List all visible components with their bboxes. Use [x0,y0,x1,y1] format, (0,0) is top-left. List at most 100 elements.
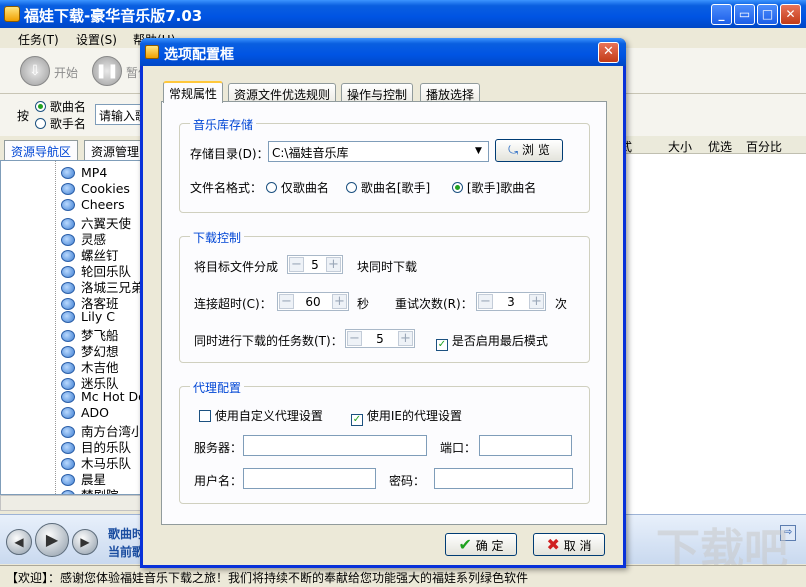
custom-proxy-checkbox[interactable]: 使用自定义代理设置 [199,407,323,424]
tree-item[interactable]: 迷乐队 [61,373,119,391]
radio-singer[interactable]: 歌手名 [35,115,86,132]
tree-item[interactable]: MP4 [61,165,107,181]
restore-button[interactable]: ▭ [734,4,755,25]
split-spinner[interactable]: − 5 + [287,255,343,274]
cancel-button[interactable]: ✖ 取 消 [533,533,605,556]
tree-item[interactable]: Cheers [61,197,125,213]
retry-spinner[interactable]: − 3 + [476,292,546,311]
tree-item[interactable]: Cookies [61,181,130,197]
tree-item[interactable]: 洛客班 [61,293,119,311]
tree-item[interactable]: 梦飞船 [61,325,119,343]
radio-dot [266,182,277,193]
close-button[interactable]: ✕ [780,4,801,25]
username-input[interactable] [243,468,376,489]
increment-button[interactable]: + [332,294,347,309]
main-window-title: 福娃下载-豪华音乐版7.03 [24,7,203,25]
tasks-label: 同时进行下载的任务数(T)： [194,334,343,348]
ok-button[interactable]: ✔ 确 定 [445,533,517,556]
tab-resource-nav[interactable]: 资源导航区 [4,140,79,160]
server-input[interactable] [243,435,427,456]
tree-item[interactable]: 灵感 [61,229,106,247]
decrement-button[interactable]: − [478,294,493,309]
decrement-button[interactable]: − [347,331,362,346]
timeout-spinner[interactable]: − 60 + [277,292,349,311]
music-folder-icon [61,407,75,419]
format-option-2[interactable]: 歌曲名[歌手] [346,179,430,196]
song-label: 歌曲时 [108,527,145,541]
radio-dot [346,182,357,193]
tab-resource-manage[interactable]: 资源管理 [84,140,147,160]
tree-item[interactable]: 梦幻想 [61,341,119,359]
tab-playback[interactable]: 播放选择 [420,83,481,102]
format-option-2-label: 歌曲名[歌手] [360,181,431,195]
minimize-button[interactable]: _ [711,4,732,25]
menu-task[interactable]: 任务(T) [18,31,59,48]
search-input[interactable]: 请输入歌 [95,104,145,125]
tree-horizontal-scrollbar[interactable] [0,495,145,511]
tree-item[interactable]: 南方台湾小 [61,421,144,439]
prev-button[interactable]: ◀ [6,529,32,555]
col-percent[interactable]: 百分比 [746,138,782,155]
tab-operation-control[interactable]: 操作与控制 [341,83,414,102]
tree-item[interactable]: 木马乐队 [61,453,131,471]
decrement-button[interactable]: − [289,257,304,272]
resource-tree[interactable]: MP4 Cookies Cheers 六翼天使 灵感 螺丝钉 轮回乐队 洛城三兄弟 洛客班 Lil… [0,160,145,495]
menu-settings[interactable]: 设置(S) [76,31,117,48]
last-mode-checkbox[interactable]: ✓ 是否启用最后模式 [436,332,548,351]
increment-button[interactable]: + [398,331,413,346]
tree-item[interactable]: 六翼天使 [61,213,131,231]
tab-preference-rules[interactable]: 资源文件优选规则 [228,83,337,102]
storage-dir-combo[interactable]: C:\福娃音乐库 ▼ [268,141,489,162]
increment-button[interactable]: + [529,294,544,309]
dialog-close-button[interactable]: ✕ [598,42,619,63]
task-list[interactable] [598,154,806,514]
col-size[interactable]: 大小 [668,138,692,155]
decrement-button[interactable]: − [279,294,294,309]
tab-general[interactable]: 常规属性 [163,81,224,103]
tree-item-label: Mc Hot Dog [81,389,144,404]
chevron-down-icon[interactable]: ▼ [471,144,486,159]
radio-dot [35,118,46,129]
status-text: 【欢迎】：感谢您体验福娃音乐下载之旅！我们将持续不断的奉献给您功能强大的福娃系列… [6,571,529,585]
radio-singer-label: 歌手名 [49,117,86,131]
music-folder-icon [61,391,75,403]
increment-button[interactable]: + [326,257,341,272]
music-store-group: 音乐库存储 存储目录(D)： C:\福娃音乐库 ▼ ⤿ 浏 览 文件名格式： 仅… [179,116,590,213]
tasks-spinner[interactable]: − 5 + [345,329,415,348]
split-label: 将目标文件分成 [194,260,279,274]
split-value: 5 [311,258,319,272]
password-input[interactable] [434,468,573,489]
tree-item[interactable]: ADO [61,405,109,421]
tree-item-label: 梦剧院 [81,488,119,494]
radio-song[interactable]: 歌曲名 [35,98,86,115]
format-option-1[interactable]: 仅歌曲名 [266,179,329,196]
col-preferred[interactable]: 优选 [708,138,732,155]
next-button[interactable]: ▶ [72,529,98,555]
checkmark-icon: ✓ [351,414,363,426]
music-store-title: 音乐库存储 [190,116,257,133]
ok-label: 确 定 [475,539,504,553]
retry-label: 重试次数(R)： [395,297,473,311]
tree-item[interactable]: 梦剧院 [61,485,119,494]
tree-item[interactable]: 洛城三兄弟 [61,277,144,295]
tree-item[interactable]: Mc Hot Dog [61,389,144,405]
radio-song-label: 歌曲名 [49,100,86,114]
format-option-3[interactable]: [歌手]歌曲名 [452,179,536,196]
tree-item[interactable]: 轮回乐队 [61,261,131,279]
options-dialog: 选项配置框 ✕ 常规属性 资源文件优选规则 操作与控制 播放选择 音乐库存储 存… [140,38,626,568]
port-input[interactable] [479,435,572,456]
tree-item[interactable]: 目的乐队 [61,437,131,455]
tree-item[interactable]: Lily C [61,309,115,325]
tree-item[interactable]: 木吉他 [61,357,119,375]
tree-item[interactable]: 晨星 [61,469,106,487]
retry-unit: 次 [555,297,568,311]
download-control-group: 下载控制 将目标文件分成 − 5 + 块同时下载 连接超时(C)： − 60 +… [179,229,590,363]
tree-item[interactable]: 螺丝钉 [61,245,119,263]
start-label: 开始 [54,66,79,80]
dialog-icon [145,45,159,59]
browse-button[interactable]: ⤿ 浏 览 [495,139,563,162]
music-folder-icon [61,183,75,195]
ie-proxy-checkbox[interactable]: ✓ 使用IE的代理设置 [351,407,462,426]
maximize-button[interactable]: □ [757,4,778,25]
play-button[interactable]: ▶ [35,523,69,557]
